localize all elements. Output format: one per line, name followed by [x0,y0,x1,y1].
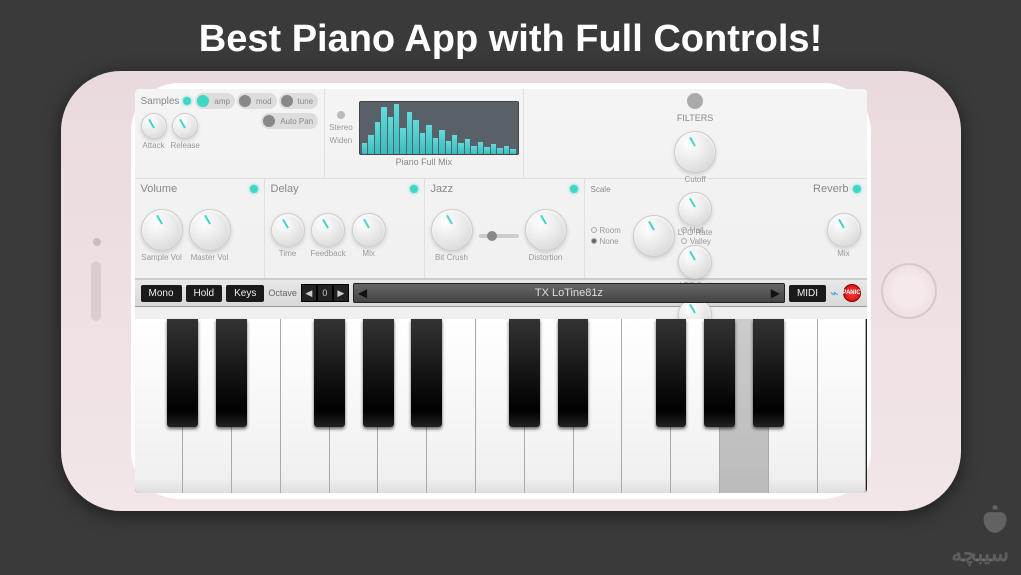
reverb-title: Reverb [813,183,848,195]
octave-value: 0 [317,284,333,302]
knob-bitcrush[interactable]: Bit Crush [431,209,473,262]
watermark: سیبچه [951,503,1009,567]
black-key[interactable] [167,319,198,427]
phone-frame: Samples amp mod tune Attack [61,71,961,511]
octave-label: Octave [268,288,297,298]
samples-title: Samples [141,96,180,107]
black-key[interactable] [656,319,687,427]
delay-panel: Delay Time Feedback Mix [265,179,425,278]
phone-camera [93,238,101,246]
reverb-opt-none[interactable]: None [591,237,621,246]
toolbar: Mono Hold Keys Octave ◀ 0 ▶ ◀ TX LoTine8… [135,279,867,307]
preset-prev-icon[interactable]: ◀ [358,286,367,300]
jazz-slider[interactable] [479,234,519,238]
preset-selector[interactable]: ◀ TX LoTine81z ▶ [353,283,785,303]
volume-title: Volume [141,183,178,195]
knob-delay-feedback[interactable]: Feedback [311,213,346,258]
page-headline: Best Piano App with Full Controls! [0,0,1021,71]
black-key[interactable] [704,319,735,427]
octave-stepper: ◀ 0 ▶ [301,284,349,302]
reverb-led[interactable] [853,185,861,193]
black-key[interactable] [314,319,345,427]
filters-title: FILTERS [677,113,713,123]
waveform-display[interactable] [359,101,519,155]
jazz-led[interactable] [570,185,578,193]
samples-led[interactable] [183,97,191,105]
piano-keyboard [135,319,867,493]
black-key[interactable] [363,319,394,427]
black-key[interactable] [753,319,784,427]
stereo-led[interactable] [337,111,345,119]
home-button[interactable] [881,263,937,319]
panic-button[interactable]: PANIC [843,284,861,302]
jazz-title: Jazz [431,183,454,195]
waveform-label: Piano Full Mix [396,157,453,167]
toggle-autopan[interactable]: Auto Pan [261,113,318,129]
volume-panel: Volume Sample Vol Master Vol [135,179,265,278]
jazz-panel: Jazz Bit Crush Distortion [425,179,585,278]
knob-cutoff[interactable]: Cutoff [674,131,716,184]
reverb-panel: Scale Reverb Room None Hall [585,179,867,278]
white-key[interactable] [818,319,867,493]
app-screen: Samples amp mod tune Attack [135,89,867,493]
toggle-mod[interactable]: mod [237,93,277,109]
reverb-opt-room[interactable]: Room [591,226,621,235]
reverb-opt-valley[interactable]: Valley [681,237,711,246]
toggle-amp[interactable]: amp [195,93,235,109]
delay-title: Delay [271,183,299,195]
reverb-opt-hall[interactable]: Hall [681,226,711,235]
preset-next-icon[interactable]: ▶ [771,286,780,300]
knob-distortion[interactable]: Distortion [525,209,567,262]
phone-speaker [91,261,101,321]
bluetooth-icon[interactable]: ⌁ [830,285,838,302]
black-key[interactable] [558,319,589,427]
volume-led[interactable] [250,185,258,193]
preset-name: TX LoTine81z [535,287,603,299]
hold-button[interactable]: Hold [186,285,223,302]
black-key[interactable] [509,319,540,427]
knob-sample-vol[interactable]: Sample Vol [141,209,183,262]
midi-button[interactable]: MIDI [789,285,826,302]
octave-up[interactable]: ▶ [333,284,349,302]
knob-reverb-mix[interactable]: Mix [827,213,861,258]
black-key[interactable] [216,319,247,427]
mono-button[interactable]: Mono [141,285,182,302]
octave-down[interactable]: ◀ [301,284,317,302]
waveform-panel: Stereo Widen [325,89,524,178]
knob-reverb-size[interactable] [633,215,675,257]
filters-indicator[interactable] [687,93,703,109]
knob-delay-time[interactable]: Time [271,213,305,258]
knob-delay-mix[interactable]: Mix [352,213,386,258]
knob-attack[interactable]: Attack [141,113,167,150]
knob-release[interactable]: Release [171,113,200,150]
black-key压[interactable] [411,319,442,427]
keys-button[interactable]: Keys [226,285,264,302]
filters-panel: FILTERS Cutoff LFO Rate LFO Amt Res [524,89,867,178]
knob-master-vol[interactable]: Master Vol [189,209,231,262]
delay-led[interactable] [410,185,418,193]
toggle-tune[interactable]: tune [279,93,319,109]
samples-panel: Samples amp mod tune Attack [135,89,326,178]
